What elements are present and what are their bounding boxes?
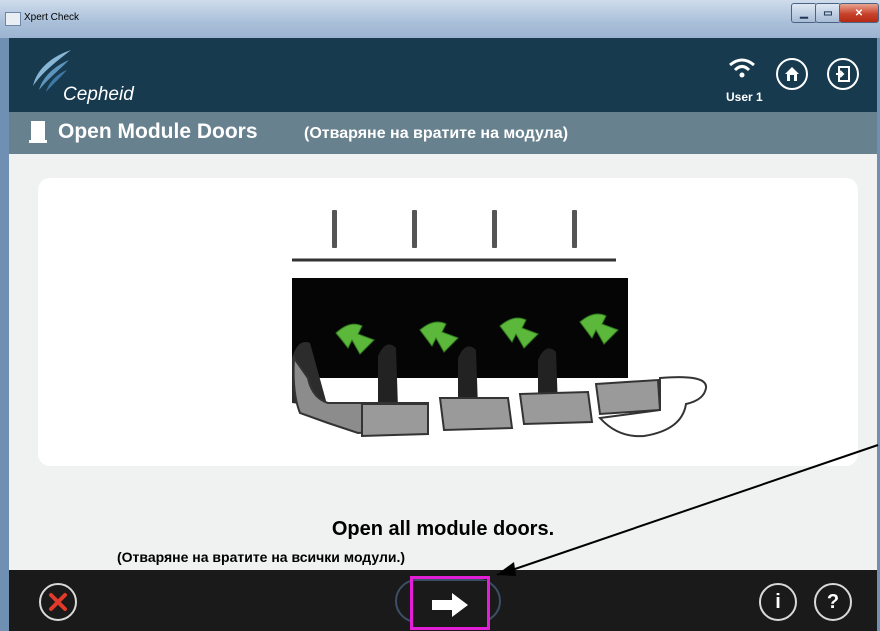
minimize-button[interactable]: ▁ bbox=[791, 3, 817, 23]
close-icon: ✕ bbox=[854, 7, 864, 19]
minimize-icon: ▁ bbox=[800, 7, 808, 19]
maximize-icon: ▭ bbox=[823, 7, 833, 19]
illustration-panel bbox=[38, 178, 858, 466]
door-icon bbox=[29, 121, 47, 143]
help-icon: ? bbox=[826, 590, 840, 613]
logo-wordmark: Cepheid bbox=[63, 84, 134, 105]
cancel-x-icon bbox=[49, 593, 67, 611]
app-header: Cepheid User 1 bbox=[9, 38, 877, 112]
user-label: User 1 bbox=[726, 90, 763, 104]
module-doors-illustration bbox=[292, 210, 707, 438]
close-window-button[interactable]: ✕ bbox=[839, 3, 879, 23]
app-client-area: Cepheid User 1 Open Module Doors (Отваря… bbox=[9, 38, 877, 631]
help-button[interactable]: ? bbox=[814, 583, 852, 621]
app-icon bbox=[5, 12, 21, 26]
window-titlebar[interactable]: Xpert Check ▁ ▭ ✕ bbox=[0, 0, 880, 38]
info-button[interactable]: i bbox=[759, 583, 797, 621]
wifi-icon bbox=[729, 58, 755, 78]
home-button[interactable] bbox=[776, 58, 808, 90]
next-button-highlight bbox=[410, 576, 490, 630]
instruction-text: Open all module doors. bbox=[331, 518, 555, 540]
window-title: Xpert Check bbox=[24, 12, 80, 23]
maximize-button[interactable]: ▭ bbox=[815, 3, 841, 23]
step-title-translation: (Отваряне на вратите на модула) bbox=[304, 125, 569, 142]
step-title: Open Module Doors bbox=[58, 120, 258, 143]
cancel-button[interactable] bbox=[39, 583, 77, 621]
application-window: Xpert Check ▁ ▭ ✕ Cepheid User 1 Open Mo… bbox=[0, 0, 880, 631]
step-title-bar: Open Module Doors (Отваряне на вратите н… bbox=[9, 112, 877, 154]
logout-button[interactable] bbox=[827, 58, 859, 90]
instruction-translation: (Отваряне на вратите на всички модули.) bbox=[117, 549, 406, 565]
logout-icon bbox=[836, 66, 850, 82]
info-icon: i bbox=[775, 590, 781, 613]
home-icon bbox=[785, 67, 799, 81]
cepheid-logo: Cepheid bbox=[31, 46, 151, 105]
